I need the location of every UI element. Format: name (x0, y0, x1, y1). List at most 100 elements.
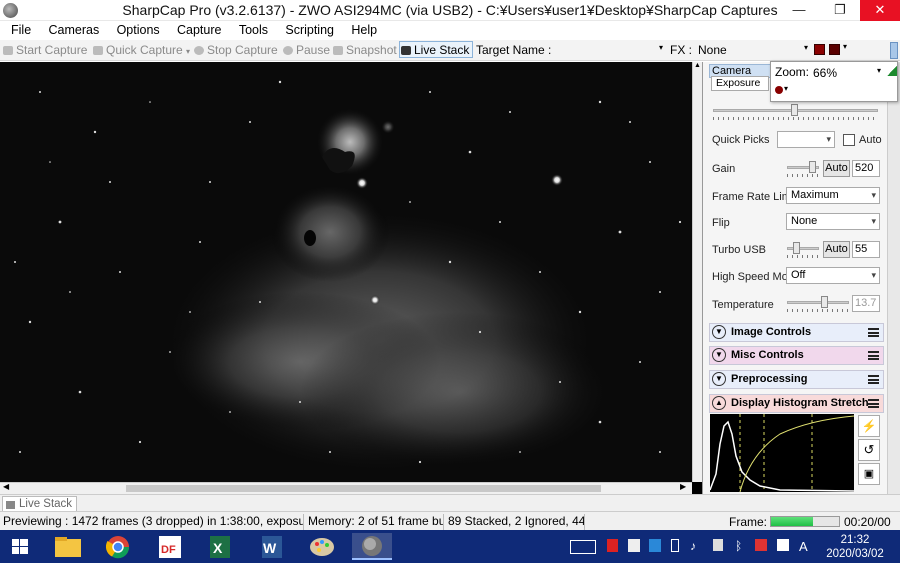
target-name-label: Target Name : (476, 43, 552, 57)
overlay-dropdown-icon[interactable]: ▾ (843, 42, 847, 51)
toolbar-overflow-button[interactable] (890, 42, 898, 59)
pdf-app-icon[interactable]: DF (150, 533, 190, 560)
warning-tray-icon[interactable] (755, 539, 767, 551)
temperature-label: Temperature (712, 299, 774, 311)
display-histogram-stretch-label: Display Histogram Stretch (731, 397, 869, 409)
toolbar: Start Capture Quick Capture ▾ Stop Captu… (0, 40, 900, 61)
usb-icon[interactable] (713, 539, 723, 551)
exposure-slider[interactable] (713, 104, 878, 120)
turbo-usb-auto-button[interactable]: Auto (823, 241, 850, 258)
menu-options[interactable]: Options (110, 21, 167, 39)
system-clock[interactable]: 21:32 2020/03/02 (820, 533, 890, 561)
volume-icon[interactable]: ♪ (690, 539, 696, 553)
word-icon[interactable]: W (252, 533, 292, 560)
misc-controls-group[interactable]: ▼ Misc Controls (709, 346, 884, 365)
frame-rate-combo[interactable]: Maximum ▾ (786, 187, 880, 204)
hamburger-menu-icon[interactable] (868, 375, 879, 384)
start-capture-button[interactable]: Start Capture (2, 42, 87, 59)
battery-icon[interactable] (671, 539, 679, 552)
bluetooth-icon[interactable]: ᛒ (735, 539, 742, 553)
quick-capture-button[interactable]: Quick Capture ▾ (92, 42, 190, 59)
menu-tools[interactable]: Tools (232, 21, 275, 39)
quick-picks-combo[interactable]: ▾ (777, 131, 835, 148)
quick-capture-label: Quick Capture (106, 43, 183, 57)
gain-value-input[interactable]: 520 (852, 160, 880, 177)
gain-auto-button[interactable]: Auto (823, 160, 850, 177)
sharpcap-icon[interactable] (352, 533, 392, 560)
minimize-button[interactable]: — (779, 0, 819, 21)
turbo-usb-slider[interactable] (787, 242, 819, 258)
snapshot-button[interactable]: Snapshot (332, 42, 397, 59)
chevron-down-icon: ▾ (871, 270, 876, 280)
live-stack-button[interactable]: Live Stack (399, 41, 474, 58)
zoom-combo[interactable]: 66% ▾ (813, 66, 881, 80)
color-picker-dropdown-icon[interactable]: ▾ (784, 84, 788, 93)
flip-combo[interactable]: None ▾ (786, 213, 880, 230)
scroll-right-icon[interactable]: ▶ (680, 482, 686, 491)
keyboard-icon[interactable] (570, 540, 596, 554)
viewer-horizontal-scrollbar[interactable]: ◀ ▶ (0, 482, 692, 494)
menu-help[interactable]: Help (344, 21, 384, 39)
quick-capture-dropdown-icon[interactable]: ▾ (186, 47, 190, 56)
image-viewer[interactable] (0, 62, 703, 494)
image-controls-label: Image Controls (731, 326, 812, 338)
menu-capture[interactable]: Capture (170, 21, 228, 39)
chevron-down-icon: ▾ (871, 216, 876, 226)
reticle-icon[interactable] (814, 44, 825, 55)
turbo-usb-value-input[interactable]: 55 (852, 241, 880, 258)
sharpcap-app: SharpCap Pro (v3.2.6137) - ZWO ASI294MC … (0, 0, 900, 563)
chevron-down-icon: ▾ (826, 134, 831, 144)
nebula-image (0, 62, 692, 482)
input-language-indicator[interactable]: A (799, 539, 808, 554)
quick-capture-icon (93, 46, 103, 55)
frame-rate-value: Maximum (791, 189, 839, 201)
network-tray-icon[interactable] (649, 539, 661, 552)
frame-progress-bar (770, 516, 840, 527)
maximize-button[interactable]: ❐ (820, 0, 860, 21)
scroll-up-icon[interactable]: ▲ (694, 62, 701, 69)
fx-combo[interactable]: None ▾ (698, 43, 810, 58)
hamburger-menu-icon[interactable] (868, 399, 879, 408)
chevron-down-icon: ▾ (876, 66, 881, 75)
close-button[interactable]: ✕ (860, 0, 900, 21)
histogram-toggle-icon[interactable] (887, 66, 897, 76)
chrome-icon[interactable] (98, 533, 138, 560)
paint-icon[interactable] (302, 533, 342, 560)
reset-icon[interactable]: ↺ (858, 439, 880, 461)
tab-live-stack[interactable]: Live Stack (2, 496, 78, 512)
high-speed-mode-combo[interactable]: Off ▾ (786, 267, 880, 284)
start-icon[interactable] (0, 533, 40, 560)
color-picker-icon[interactable] (775, 86, 783, 94)
menu-bar: File Cameras Options Capture Tools Scrip… (0, 21, 900, 40)
scroll-left-icon[interactable]: ◀ (3, 482, 9, 491)
gain-slider[interactable] (787, 161, 819, 177)
hamburger-menu-icon[interactable] (868, 351, 879, 360)
app-tray-icon[interactable] (628, 539, 640, 552)
acrobat-tray-icon[interactable] (607, 539, 618, 552)
target-name-combo[interactable]: ▾ (553, 43, 665, 58)
pause-button[interactable]: Pause (282, 42, 330, 59)
crosshair-icon[interactable] (829, 44, 840, 55)
hamburger-menu-icon[interactable] (868, 328, 879, 337)
menu-scripting[interactable]: Scripting (278, 21, 341, 39)
image-controls-group[interactable]: ▼ Image Controls (709, 323, 884, 342)
file-explorer-icon[interactable] (47, 533, 87, 560)
lightning-icon[interactable]: ⚡ (858, 415, 880, 437)
display-tray-icon[interactable] (777, 539, 789, 551)
window-title: SharpCap Pro (v3.2.6137) - ZWO ASI294MC … (122, 2, 778, 18)
menu-cameras[interactable]: Cameras (42, 21, 107, 39)
quick-picks-auto-checkbox[interactable] (843, 134, 855, 146)
excel-icon[interactable]: X (200, 533, 240, 560)
stop-capture-button[interactable]: Stop Capture (193, 42, 278, 59)
scroll-down-icon[interactable]: ▼ (694, 487, 701, 494)
viewer-vertical-scrollbar[interactable]: ▲ ▼ (692, 62, 702, 494)
menu-file[interactable]: File (4, 21, 38, 39)
histogram-display[interactable] (709, 414, 855, 493)
quick-picks-label: Quick Picks (712, 134, 770, 146)
snapshot-label: Snapshot (346, 43, 397, 57)
scroll-thumb[interactable] (126, 485, 601, 492)
display-histogram-stretch-group[interactable]: ▲ Display Histogram Stretch (709, 394, 884, 413)
preprocessing-group[interactable]: ▼ Preprocessing (709, 370, 884, 389)
panel-scrollbar[interactable] (887, 62, 900, 494)
save-icon[interactable]: ▣ (858, 463, 880, 485)
